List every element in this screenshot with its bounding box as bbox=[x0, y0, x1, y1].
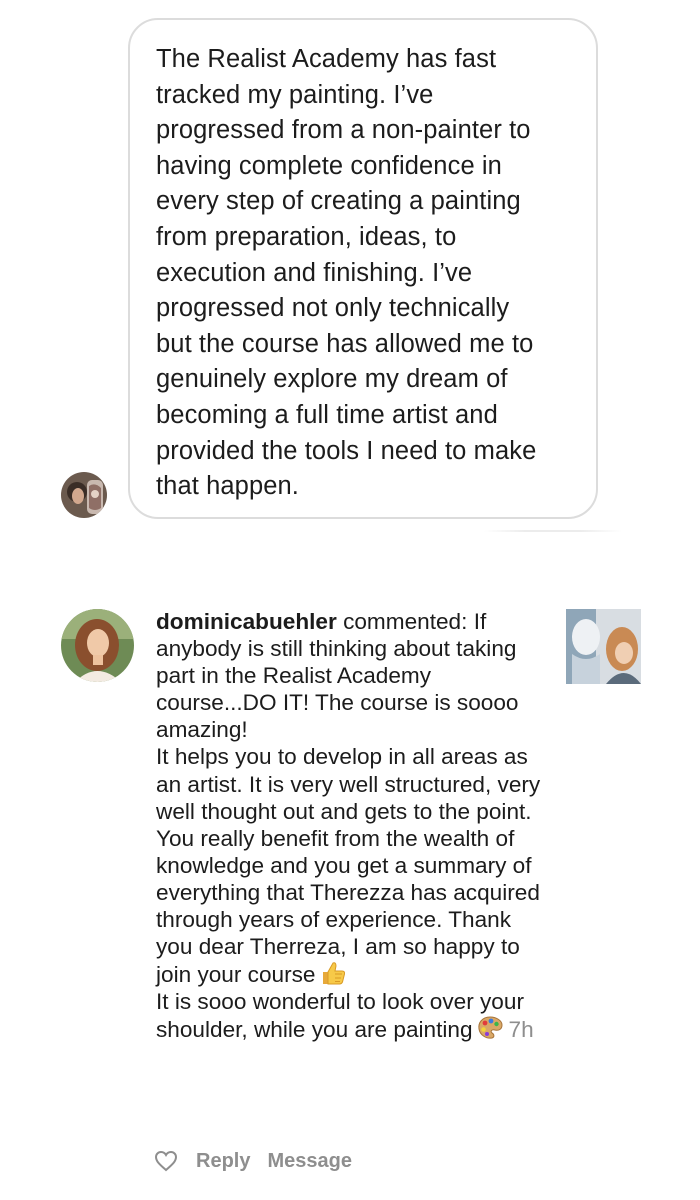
sender-avatar-image bbox=[61, 472, 107, 518]
reply-button[interactable]: Reply bbox=[196, 1150, 250, 1173]
comment-third-paragraph: It is sooo wonderful to look over your s… bbox=[156, 988, 548, 1043]
message-button[interactable]: Message bbox=[267, 1150, 352, 1173]
divider bbox=[484, 530, 622, 532]
thumbs-up-icon bbox=[320, 960, 346, 986]
commenter-avatar-image bbox=[61, 609, 134, 682]
comment-actions: Reply Message bbox=[154, 1148, 369, 1174]
commenter-avatar[interactable] bbox=[61, 609, 134, 682]
message-bubble: The Realist Academy has fast tracked my … bbox=[128, 18, 598, 519]
artist-palette-icon bbox=[477, 1015, 503, 1041]
comment-action-text: commented: bbox=[336, 609, 474, 634]
comment-body: dominicabuehler commented: If anybody is… bbox=[156, 608, 548, 1044]
comment-paragraph-2: It helps you to develop in all areas as … bbox=[156, 744, 541, 988]
post-thumbnail-image bbox=[566, 609, 641, 684]
comment-timestamp: 7h bbox=[508, 1017, 534, 1043]
heart-outline-icon[interactable] bbox=[154, 1150, 178, 1172]
comment-paragraph-3: It is sooo wonderful to look over your s… bbox=[156, 989, 524, 1043]
sender-avatar[interactable] bbox=[61, 472, 107, 518]
comment-first-paragraph: dominicabuehler commented: If anybody is… bbox=[156, 608, 548, 743]
comment-second-paragraph: It helps you to develop in all areas as … bbox=[156, 743, 548, 988]
post-thumbnail[interactable] bbox=[566, 609, 641, 684]
message-text: The Realist Academy has fast tracked my … bbox=[156, 45, 537, 501]
comment-username[interactable]: dominicabuehler bbox=[156, 609, 337, 634]
